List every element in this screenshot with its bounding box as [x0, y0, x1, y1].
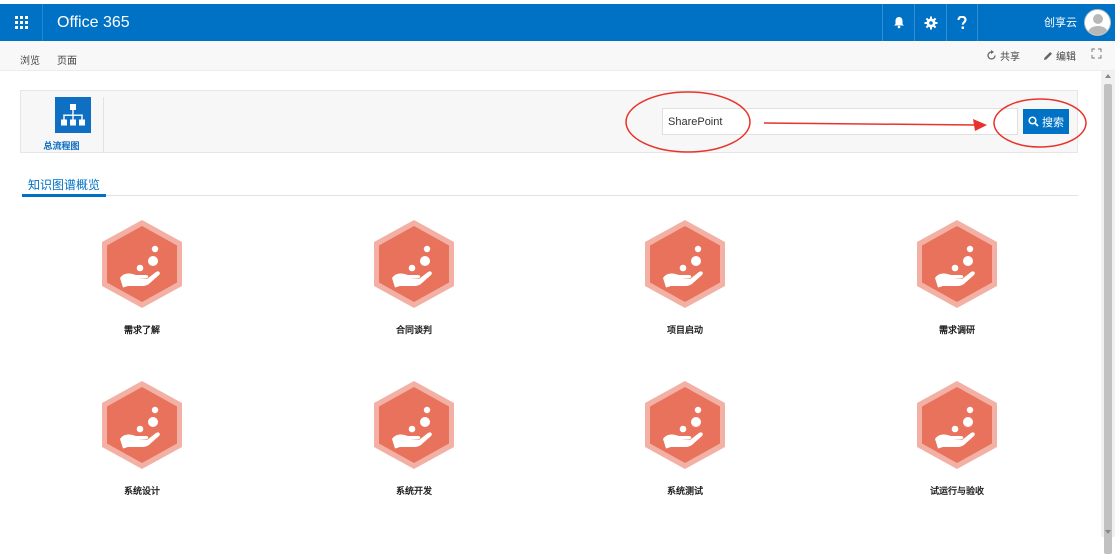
kg-node-system-development[interactable]: 系统开发 [369, 378, 459, 497]
hand-bubbles-icon [917, 381, 997, 469]
tab-knowledge-graph[interactable]: 知识图谱概览 [28, 176, 100, 193]
kg-node-label: 需求了解 [123, 326, 160, 336]
kg-node-system-testing[interactable]: 系统测试 [640, 378, 730, 497]
hand-bubbles-icon [917, 220, 997, 308]
kg-node-label: 需求调研 [938, 326, 975, 336]
hand-bubbles-icon [374, 220, 454, 308]
hand-bubbles-icon [374, 381, 454, 469]
tab-divider [22, 195, 1078, 196]
tab-active-indicator [22, 194, 106, 197]
kg-node-contract-negotiation[interactable]: 合同谈判 [369, 217, 459, 336]
kg-node-label: 试运行与验收 [929, 487, 984, 497]
kg-node-requirement-understanding[interactable]: 需求了解 [97, 217, 187, 336]
kg-node-project-kickoff[interactable]: 项目启动 [640, 217, 730, 336]
kg-node-label: 系统设计 [123, 487, 160, 497]
kg-node-label: 项目启动 [666, 326, 703, 336]
kg-node-label: 系统开发 [395, 487, 432, 497]
kg-node-system-design[interactable]: 系统设计 [97, 378, 187, 497]
kg-node-trial-run-acceptance[interactable]: 试运行与验收 [912, 378, 1002, 497]
hand-bubbles-icon [645, 220, 725, 308]
hand-bubbles-icon [102, 381, 182, 469]
kg-node-label: 系统测试 [666, 487, 703, 497]
kg-node-label: 合同谈判 [395, 326, 432, 336]
hand-bubbles-icon [102, 220, 182, 308]
hand-bubbles-icon [645, 381, 725, 469]
kg-node-requirement-research[interactable]: 需求调研 [912, 217, 1002, 336]
